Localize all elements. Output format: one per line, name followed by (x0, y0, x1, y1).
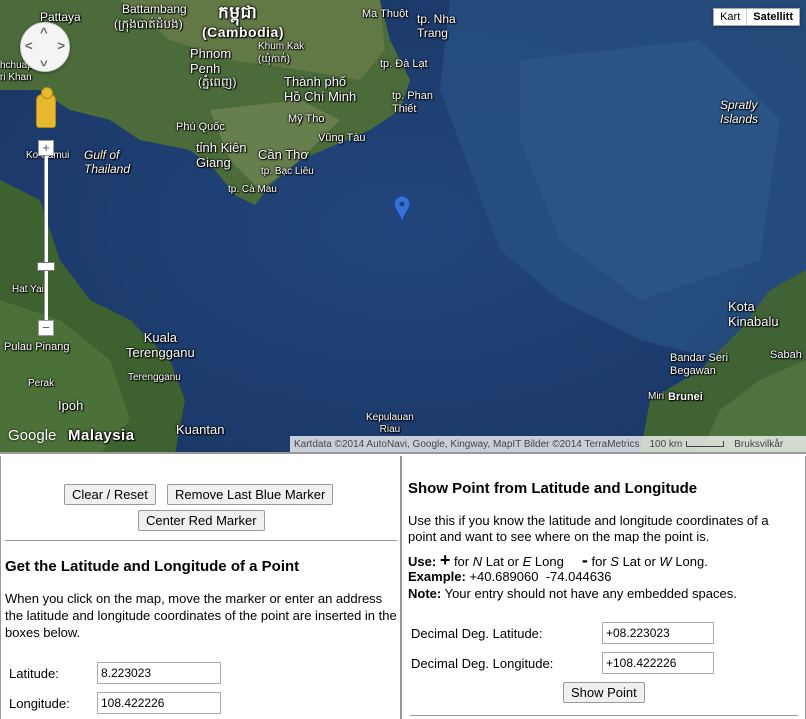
map-label-malaysia: Malaysia (68, 427, 135, 444)
divider (410, 715, 798, 716)
map-type-satellite-button[interactable]: Satellitt (746, 9, 799, 25)
longitude-field[interactable] (97, 692, 221, 714)
map-label-ho-chi-minh: Thành phố Hồ Chí Minh (284, 74, 357, 104)
plus-sign: + (439, 550, 451, 570)
note-line: Note: Your entry should not have any emb… (408, 586, 737, 601)
zoom-in-button[interactable]: + (38, 140, 54, 156)
latitude-label: Latitude: (9, 666, 59, 681)
google-logo[interactable]: Google (8, 427, 56, 444)
decimal-latitude-field[interactable] (602, 622, 714, 644)
example-label: Example: (408, 569, 466, 584)
map-type-control: Kart Satellitt (713, 8, 800, 26)
map-label-kien-giang: tỉnh Kiên Giang (196, 140, 247, 170)
map-label-bac-lieu: tp. Bạc Liêu (261, 166, 314, 177)
map-label-da-lat: tp. Đà Lạt (380, 58, 428, 70)
map-label-phnom-penh: Phnom Penh (190, 46, 232, 76)
pan-down-icon[interactable]: ^ (40, 54, 48, 69)
zoom-slider-thumb[interactable] (37, 262, 55, 271)
pan-up-icon[interactable]: ^ (40, 25, 48, 40)
map-view[interactable]: Pattaya Battambang (ក្រុងបាត់ដំបង) កម្ពុ… (0, 0, 806, 454)
map-label-kuantan: Kuantan (176, 422, 225, 437)
map-attribution: Kartdata ©2014 AutoNavi, Google, Kingway… (294, 438, 640, 450)
scale-bar-icon (686, 441, 725, 447)
map-label-phan-thiet: tp. Phan Thiết (392, 90, 433, 115)
map-label-bandar-seri: Bandar Seri Begawan (670, 352, 729, 377)
latitude-field[interactable] (97, 662, 221, 684)
map-terms-link[interactable]: Bruksvilkår (734, 439, 783, 450)
pan-control[interactable]: ^ < > ^ (20, 22, 70, 72)
get-lat-long-title: Get the Latitude and Longitude of a Poin… (5, 558, 300, 575)
get-lat-long-panel: Clear / Reset Remove Last Blue Marker Ce… (0, 456, 402, 719)
map-label-sabah: Sabah (770, 349, 802, 361)
lat-or-text: Lat or (482, 554, 523, 569)
lat-or-text-2: Lat or (618, 554, 660, 569)
map-label-battambang-native: (ក្រុងបាត់ដំបង) (114, 17, 183, 31)
map-label-nha-trang: tp. Nha Trang (417, 12, 456, 40)
remove-last-blue-marker-button[interactable]: Remove Last Blue Marker (167, 484, 334, 505)
map-label-spratly: Spratly Islands (720, 98, 759, 126)
example-value: +40.689060 -74.044636 (465, 569, 612, 584)
decimal-longitude-label: Decimal Deg. Longitude: (411, 656, 554, 671)
map-label-ma-thuot: Ma Thuột (362, 8, 409, 20)
map-label-kepulauan-riau: Kepulauan Riau (366, 412, 414, 435)
long-text-2: Long. (671, 554, 708, 569)
long-text-1: Long (531, 554, 564, 569)
pan-right-icon[interactable]: > (57, 38, 65, 53)
show-point-panel: Show Point from Latitude and Longitude U… (402, 456, 806, 719)
map-label-ca-mau: tp. Cà Mau (228, 184, 277, 195)
get-lat-long-description: When you click on the map, move the mark… (5, 591, 397, 640)
decimal-latitude-label: Decimal Deg. Latitude: (411, 626, 543, 641)
map-label-perak: Perak (28, 378, 55, 389)
map-marker-icon[interactable] (393, 195, 411, 227)
map-label-pulau-pinang: Pulau Pinang (4, 341, 70, 353)
map-label-hat-yai: Hat Yai (12, 284, 44, 295)
minus-text-1: for (587, 554, 611, 569)
street-view-pegman-icon[interactable] (36, 87, 56, 128)
map-label-kuala-terengganu: Kuala Terengganu (126, 330, 195, 360)
longitude-label: Longitude: (9, 696, 70, 711)
map-label-my-tho: Mỹ Tho (288, 113, 325, 125)
map-label-miri: Miri (648, 391, 665, 402)
use-instructions: Use: + for N Lat or E Long - for S Lat o… (408, 550, 798, 571)
map-label-ipoh: Ipoh (58, 398, 84, 413)
map-label-khum-kak: Khum Kak (ឃុំកាក់) (258, 41, 305, 65)
center-red-marker-button[interactable]: Center Red Marker (138, 510, 265, 531)
divider (5, 540, 397, 541)
map-label-phu-quoc: Phú Quốc (176, 121, 225, 133)
show-point-description: Use this if you know the latitude and lo… (408, 513, 769, 544)
decimal-longitude-field[interactable] (602, 652, 714, 674)
map-attribution-bar: Kartdata ©2014 AutoNavi, Google, Kingway… (290, 436, 806, 452)
s-text: S (610, 554, 619, 569)
pan-left-icon[interactable]: < (25, 38, 33, 53)
n-text: N (472, 554, 483, 569)
show-point-title: Show Point from Latitude and Longitude (408, 480, 698, 497)
show-point-button[interactable]: Show Point (563, 682, 645, 703)
w-text: W (659, 554, 672, 569)
plus-text-1: for (450, 554, 473, 569)
use-label: Use: (408, 554, 437, 569)
map-label-brunei: Brunei (668, 391, 703, 403)
clear-reset-button[interactable]: Clear / Reset (64, 484, 156, 505)
map-label-vung-tau: Vũng Tàu (318, 132, 366, 144)
map-scale: 100 km (649, 438, 725, 450)
note-text: Your entry should not have any embedded … (441, 586, 737, 601)
note-label: Note: (408, 586, 442, 601)
map-scale-label: 100 km (649, 438, 683, 450)
zoom-slider-track[interactable] (44, 156, 48, 322)
map-label-gulf-thailand: Gulf of Thailand (84, 148, 131, 176)
map-label-can-tho: Cần Thơ (258, 147, 309, 162)
map-label-kota-kinabalu: Kota Kinabalu (728, 299, 779, 329)
map-type-kart-button[interactable]: Kart (714, 9, 746, 25)
zoom-out-button[interactable]: − (38, 320, 54, 336)
e-text: E (522, 554, 532, 569)
map-label-phnom-penh-native: (ភ្នំពេញ) (198, 75, 237, 89)
example-line: Example: +40.689060 -74.044636 (408, 569, 611, 584)
map-label-cambodia: (Cambodia) (202, 24, 284, 40)
map-label-terengganu: Terengganu (128, 372, 181, 383)
map-label-battambang: Battambang (122, 2, 187, 16)
